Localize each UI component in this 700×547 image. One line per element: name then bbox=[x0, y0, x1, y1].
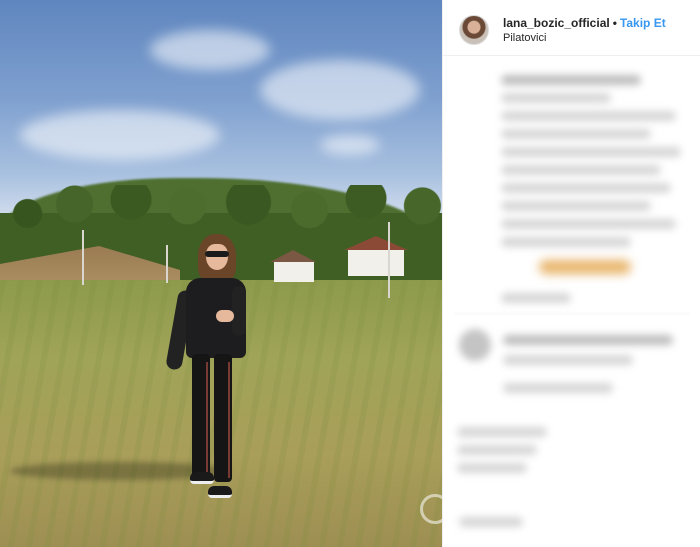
blurred-caption-and-comments bbox=[443, 57, 700, 547]
blurred-text bbox=[501, 293, 571, 303]
profile-avatar-icon[interactable] bbox=[459, 15, 489, 45]
person bbox=[165, 234, 250, 514]
blurred-text bbox=[457, 427, 547, 437]
blurred-text bbox=[501, 129, 651, 139]
blurred-comment bbox=[503, 383, 613, 393]
sneaker bbox=[208, 486, 232, 498]
sneaker bbox=[190, 472, 214, 484]
header-line: lana_bozic_official • Takip Et bbox=[503, 16, 666, 30]
house-roof bbox=[344, 236, 408, 250]
right-arm bbox=[232, 286, 246, 336]
leg bbox=[214, 354, 232, 482]
utility-pole bbox=[82, 230, 84, 285]
blurred-text bbox=[459, 517, 523, 527]
blurred-text bbox=[501, 201, 651, 211]
post-photo[interactable] bbox=[0, 0, 442, 547]
blurred-text bbox=[501, 93, 611, 103]
location-link[interactable]: Pilatovici bbox=[503, 32, 546, 45]
blurred-text bbox=[501, 75, 641, 85]
house-roof bbox=[270, 250, 316, 262]
blurred-comment-avatar bbox=[459, 329, 491, 361]
blurred-text bbox=[501, 111, 676, 121]
post-side-panel: lana_bozic_official • Takip Et Pilatovici bbox=[442, 0, 700, 547]
blurred-text bbox=[501, 219, 676, 229]
utility-pole bbox=[388, 222, 390, 298]
blurred-text bbox=[501, 147, 681, 157]
cloud bbox=[320, 135, 380, 155]
blurred-hashtags bbox=[539, 260, 631, 274]
cloud bbox=[260, 60, 420, 120]
divider bbox=[455, 313, 689, 314]
blurred-text bbox=[501, 237, 631, 247]
blurred-text bbox=[457, 463, 527, 473]
hand bbox=[216, 310, 234, 322]
blurred-text bbox=[501, 183, 671, 193]
leg bbox=[192, 354, 210, 482]
blurred-text bbox=[457, 445, 537, 455]
face bbox=[206, 244, 228, 270]
sunglasses bbox=[205, 251, 229, 257]
blurred-text bbox=[501, 165, 661, 175]
legs bbox=[190, 354, 234, 484]
post-header: lana_bozic_official • Takip Et Pilatovici bbox=[443, 0, 700, 56]
cloud bbox=[20, 110, 220, 160]
separator-dot: • bbox=[612, 16, 617, 30]
house bbox=[274, 262, 314, 282]
username-link[interactable]: lana_bozic_official bbox=[503, 16, 610, 30]
cloud bbox=[150, 30, 270, 70]
watermark-logo-icon bbox=[420, 494, 442, 524]
blurred-comment bbox=[503, 335, 673, 345]
follow-button[interactable]: Takip Et bbox=[620, 16, 666, 30]
blurred-comment bbox=[503, 355, 633, 365]
house bbox=[348, 250, 404, 276]
